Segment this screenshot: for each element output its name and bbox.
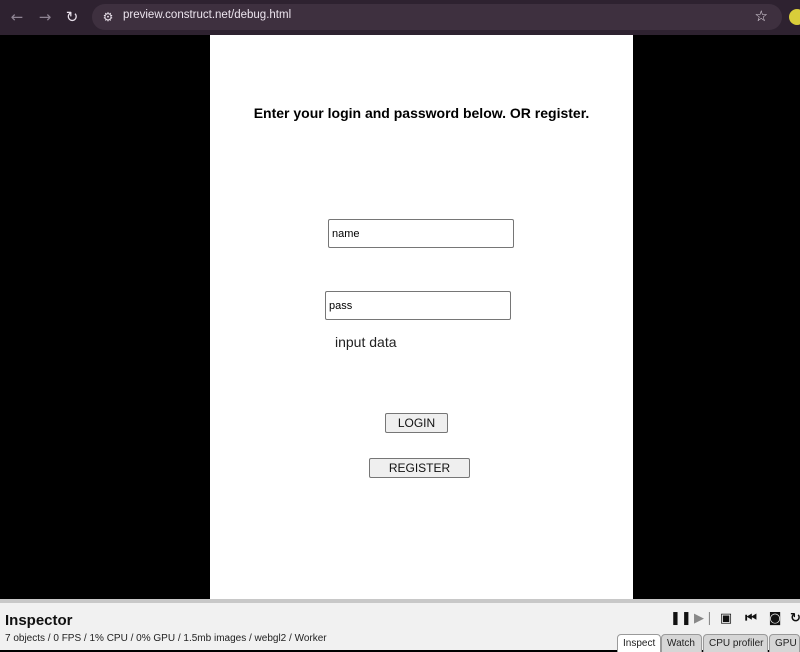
tune-icon[interactable]: ⚙ xyxy=(98,8,118,26)
forward-arrow-icon[interactable]: → xyxy=(36,8,54,26)
tab-gpu-profiler[interactable]: GPU profiler xyxy=(769,634,800,652)
browser-toolbar: ← → ↻ ⚙ preview.construct.net/debug.html… xyxy=(0,0,800,35)
address-bar[interactable]: ⚙ preview.construct.net/debug.html ☆ xyxy=(92,4,782,30)
name-input[interactable] xyxy=(328,219,514,248)
tab-watch[interactable]: Watch xyxy=(661,634,702,652)
star-icon[interactable]: ☆ xyxy=(755,7,768,25)
camera-icon[interactable]: ◙ xyxy=(767,611,783,627)
inspector-title: Inspector xyxy=(5,612,73,629)
save-icon[interactable]: ▣ xyxy=(718,611,734,627)
inspector-stats: 7 objects / 0 FPS / 1% CPU / 0% GPU / 1.… xyxy=(5,633,327,644)
extension-icon[interactable] xyxy=(789,9,800,25)
back-arrow-icon[interactable]: ← xyxy=(8,8,26,26)
step-icon[interactable]: ▶❘ xyxy=(694,611,715,627)
tab-inspect[interactable]: Inspect xyxy=(617,634,661,652)
login-button[interactable]: LOGIN xyxy=(385,413,448,433)
pause-icon[interactable]: ❚❚ xyxy=(670,611,692,627)
input-data-label: input data xyxy=(335,334,397,350)
tab-cpu-profiler[interactable]: CPU profiler xyxy=(703,634,768,652)
restart-icon[interactable]: ⏮ xyxy=(743,611,759,627)
url-text[interactable]: preview.construct.net/debug.html xyxy=(123,9,291,21)
inspector-panel: Inspector 7 objects / 0 FPS / 1% CPU / 0… xyxy=(0,599,800,652)
password-input[interactable] xyxy=(325,291,511,320)
refresh-icon[interactable]: ↻ xyxy=(790,611,800,627)
game-canvas: Enter your login and password below. OR … xyxy=(210,35,633,599)
register-button[interactable]: REGISTER xyxy=(369,458,470,478)
reload-icon[interactable]: ↻ xyxy=(63,8,81,26)
page-heading: Enter your login and password below. OR … xyxy=(253,105,590,121)
